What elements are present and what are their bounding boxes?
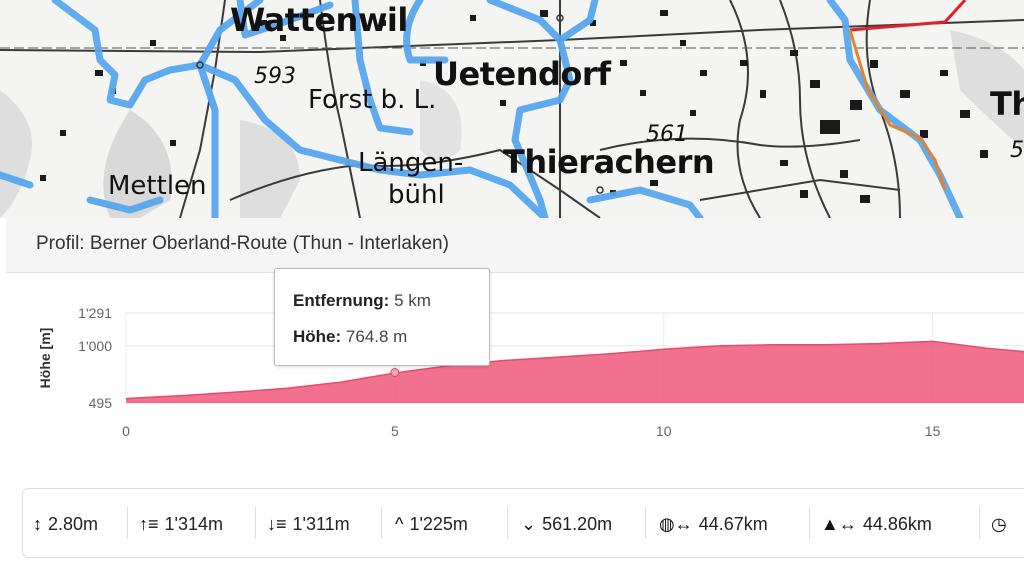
elevation-label: 5 <box>1010 138 1024 163</box>
tooltip-distance-label: Entfernung: <box>293 291 390 310</box>
sort-ascending-icon: ↑≡ <box>139 514 159 534</box>
vertical-arrows-icon: ↕ <box>33 514 42 534</box>
y-axis-label: Höhe [m] <box>37 328 53 389</box>
stat-max-slope: ↕ 2.80m <box>33 511 98 537</box>
tooltip-height: Höhe: 764.8 m <box>293 327 407 347</box>
place-label: Forst b. L. <box>308 85 437 115</box>
stat-value: 561.20m <box>542 513 613 534</box>
clock-icon: ◷ <box>991 514 1007 534</box>
stat-value: 1'311m <box>292 513 350 534</box>
chart-tooltip: Entfernung: 5 km Höhe: 764.8 m <box>274 268 490 366</box>
stat-value: 2.80m <box>48 513 99 534</box>
stat-value: 44.67km <box>698 513 768 534</box>
stat-total-ascent: ↑≡ 1'314m <box>139 511 223 537</box>
elevation-label: 593 <box>254 64 296 89</box>
tooltip-height-label: Höhe: <box>293 327 342 346</box>
profile-title: Profil: Berner Oberland-Route (Thun - In… <box>36 233 449 254</box>
x-tick-label: 10 <box>656 423 672 439</box>
y-tick-label: 495 <box>89 395 113 411</box>
stat-duration: ◷ <box>991 511 1013 537</box>
x-tick-label: 15 <box>925 423 941 439</box>
stat-value: 44.86km <box>862 513 932 534</box>
elevation-chart[interactable]: 1'291 1'000 495 0 5 10 15 Höhe [m] <box>0 272 1024 462</box>
stat-value: 1'225m <box>409 513 468 534</box>
place-label: Mettlen <box>108 171 207 201</box>
caret-down-icon: ⌄ <box>521 514 537 534</box>
divider <box>507 507 508 539</box>
divider <box>381 507 382 539</box>
divider <box>809 507 810 539</box>
stat-flat-distance: ◍↔ 44.67km <box>659 511 768 537</box>
place-label: Thierachern <box>503 143 715 181</box>
place-label: Längen- <box>358 148 464 178</box>
divider <box>127 507 128 539</box>
divider <box>255 507 256 539</box>
x-tick-label: 5 <box>391 423 399 439</box>
sort-descending-icon: ↓≡ <box>267 514 287 534</box>
elevation-area <box>126 341 1024 403</box>
y-tick-label: 1'291 <box>78 305 112 321</box>
tooltip-distance-value: 5 km <box>394 291 431 310</box>
tooltip-height-value: 764.8 m <box>345 327 408 346</box>
mountain-distance-icon: ▲↔ <box>821 514 857 534</box>
place-label: Wattenwil <box>230 1 408 39</box>
stat-total-descent: ↓≡ 1'311m <box>267 511 350 537</box>
elevation-label: 561 <box>646 122 688 147</box>
globe-distance-icon: ◍↔ <box>659 514 693 534</box>
stat-value: 1'314m <box>164 513 223 534</box>
caret-up-icon: ^ <box>395 514 404 534</box>
divider <box>979 507 980 539</box>
stat-max-height: ^ 1'225m <box>395 511 468 537</box>
x-tick-label: 0 <box>122 423 130 439</box>
divider <box>645 507 646 539</box>
y-tick-label: 1'000 <box>78 338 112 354</box>
hover-point <box>390 367 400 377</box>
route-stats-bar: ↕ 2.80m ↑≡ 1'314m ↓≡ 1'311m ^ 1'225m ⌄ 5… <box>22 488 1024 558</box>
place-label: Uetendorf <box>433 55 611 93</box>
place-label: Th <box>990 85 1024 123</box>
tooltip-distance: Entfernung: 5 km <box>293 291 431 311</box>
profile-header: Profil: Berner Oberland-Route (Thun - In… <box>6 218 1024 273</box>
stat-min-height: ⌄ 561.20m <box>521 511 612 537</box>
map-view[interactable]: Wattenwil Uetendorf Forst b. L. Längen- … <box>0 0 1024 218</box>
place-label: bühl <box>388 180 445 210</box>
stat-slope-distance: ▲↔ 44.86km <box>821 511 932 537</box>
